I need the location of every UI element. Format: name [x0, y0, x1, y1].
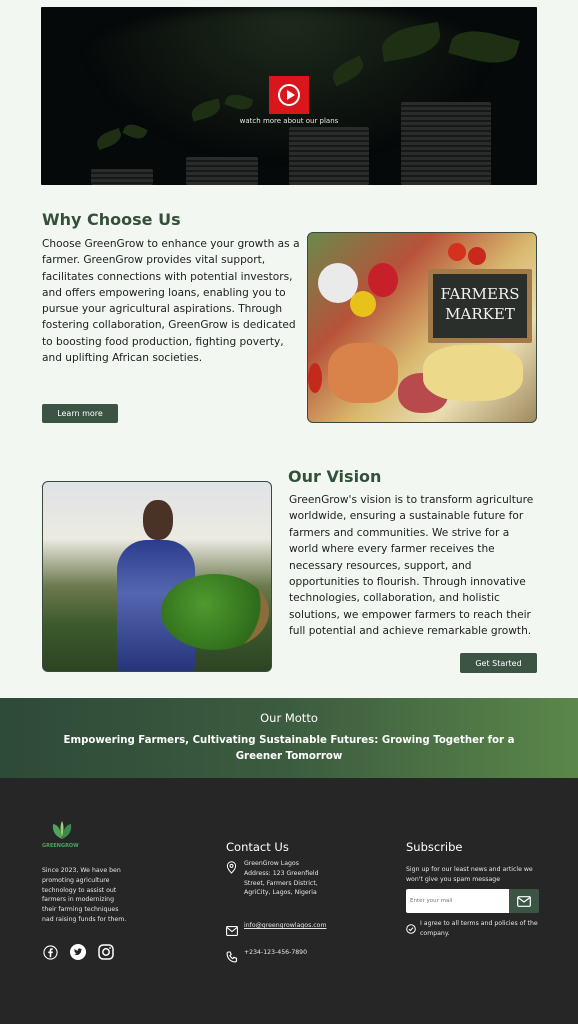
address-text: GreenGrow Lagos Address: 123 Greenfield … [244, 860, 319, 897]
brand-name: GREENGROW [42, 843, 79, 849]
subscribe-form [406, 889, 539, 913]
why-choose-us-text: Choose GreenGrow to enhance your growth … [42, 238, 300, 365]
instagram-icon[interactable] [98, 944, 114, 960]
hero-decoration [186, 157, 258, 185]
subscribe-text: Sign up for our least news and article w… [406, 866, 533, 883]
location-pin-icon [226, 859, 238, 898]
image-detail [328, 343, 398, 403]
greengrow-logo[interactable]: GREENGROW [42, 820, 86, 849]
subscribe-title: Subscribe [406, 840, 463, 854]
hero-video[interactable]: watch more about our plans [41, 7, 537, 185]
terms-agreement: I agree to all terms and policies of the… [406, 919, 542, 938]
contact-phone: +234-123-456-7890 [226, 948, 322, 967]
contact-address: GreenGrow Lagos Address: 123 Greenfield … [226, 859, 322, 898]
phone-icon [226, 948, 238, 967]
our-vision-title: Our Vision [288, 467, 382, 486]
check-circle-icon[interactable] [406, 919, 416, 938]
image-detail [448, 243, 466, 261]
mail-icon [226, 921, 238, 940]
subscribe-button[interactable] [509, 889, 539, 913]
farmer-image [42, 481, 272, 672]
hero-caption: watch more about our plans [239, 117, 339, 125]
hero-decoration [401, 102, 491, 185]
image-detail [468, 247, 486, 265]
motto-text: Empowering Farmers, Cultivating Sustaina… [63, 735, 515, 762]
phone-text[interactable]: +234-123-456-7890 [244, 948, 322, 967]
terms-text: I agree to all terms and policies of the… [420, 920, 538, 937]
image-detail [161, 574, 269, 650]
farmers-market-sign: FARMERS MARKET [428, 269, 532, 343]
image-detail [308, 363, 322, 393]
social-links [42, 944, 114, 960]
hero-decoration [289, 127, 369, 185]
farmers-market-image: FARMERS MARKET [307, 232, 537, 423]
our-vision-text: GreenGrow's vision is to transform agric… [289, 494, 534, 638]
image-detail [350, 291, 376, 317]
hero-decoration [91, 169, 153, 185]
motto-title: Our Motto [260, 711, 318, 725]
play-icon [278, 84, 300, 106]
contact-email: info@greengrowlagos.com [226, 921, 326, 940]
get-started-button[interactable]: Get Started [460, 653, 537, 673]
twitter-icon[interactable] [70, 944, 86, 960]
image-detail [423, 345, 523, 401]
facebook-icon[interactable] [42, 944, 58, 960]
mail-icon [517, 895, 531, 907]
email-input[interactable] [406, 889, 509, 913]
about-text: Since 2023, We have ben promoting agricu… [42, 867, 127, 923]
why-choose-us-title: Why Choose Us [42, 210, 181, 229]
email-link[interactable]: info@greengrowlagos.com [244, 921, 326, 940]
leaf-logo-icon [51, 820, 73, 840]
contact-us-title: Contact Us [226, 840, 289, 854]
image-detail [368, 263, 398, 297]
play-button[interactable] [269, 76, 309, 114]
image-detail [143, 500, 173, 540]
motto-banner: Our Motto Empowering Farmers, Cultivatin… [0, 698, 578, 778]
footer: GREENGROW Since 2023, We have ben promot… [0, 778, 578, 1024]
learn-more-button[interactable]: Learn more [42, 404, 118, 423]
